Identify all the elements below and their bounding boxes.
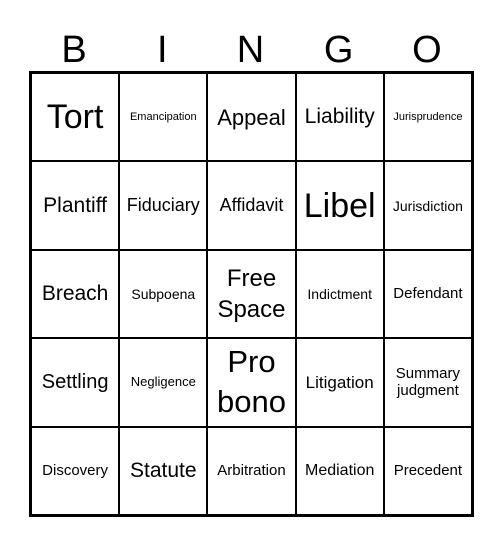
bingo-cell[interactable]: Plantiff — [31, 161, 120, 250]
bingo-cell[interactable]: Statute — [119, 426, 208, 515]
bingo-cell[interactable]: Settling — [31, 338, 120, 427]
bingo-cell[interactable]: Mediation — [295, 426, 384, 515]
bingo-cell[interactable]: Breach — [31, 249, 120, 339]
bingo-cell[interactable]: Libel — [295, 161, 384, 250]
header-letter-i: I — [157, 29, 168, 71]
bingo-cell[interactable]: Litigation — [295, 338, 384, 427]
header-letter-o: O — [412, 29, 442, 71]
bingo-grid: Tort Emancipation Appeal Liability Jurisprud… — [29, 71, 474, 517]
bingo-cell[interactable]: Precedent — [383, 426, 472, 515]
header-letter-g: G — [323, 29, 354, 71]
bingo-cell[interactable]: Pro bono — [207, 338, 296, 427]
bingo-cell[interactable]: Jurisprudence — [383, 73, 472, 162]
bingo-cell[interactable]: Liability — [295, 73, 384, 162]
bingo-cell[interactable]: Defendant — [383, 249, 472, 339]
bingo-cell[interactable]: Discovery — [31, 426, 120, 515]
header-letter-b: B — [61, 29, 87, 71]
bingo-cell[interactable]: Affidavit — [207, 161, 296, 250]
bingo-cell[interactable]: Fiduciary — [119, 161, 208, 250]
bingo-cell[interactable]: Tort — [31, 73, 120, 162]
bingo-cell[interactable]: Free Space — [207, 249, 296, 339]
bingo-cell[interactable]: Indictment — [295, 249, 384, 339]
bingo-header: B I N G O — [30, 28, 471, 72]
header-letter-n: N — [236, 29, 265, 71]
bingo-cell[interactable]: Emancipation — [119, 73, 208, 162]
bingo-cell[interactable]: Arbitration — [207, 426, 296, 515]
bingo-cell[interactable]: Appeal — [207, 73, 296, 162]
bingo-cell[interactable]: Subpoena — [119, 249, 208, 339]
bingo-cell[interactable]: Negligence — [119, 338, 208, 427]
bingo-cell[interactable]: Summary judgment — [383, 338, 472, 427]
bingo-cell[interactable]: Jurisdiction — [383, 161, 472, 250]
